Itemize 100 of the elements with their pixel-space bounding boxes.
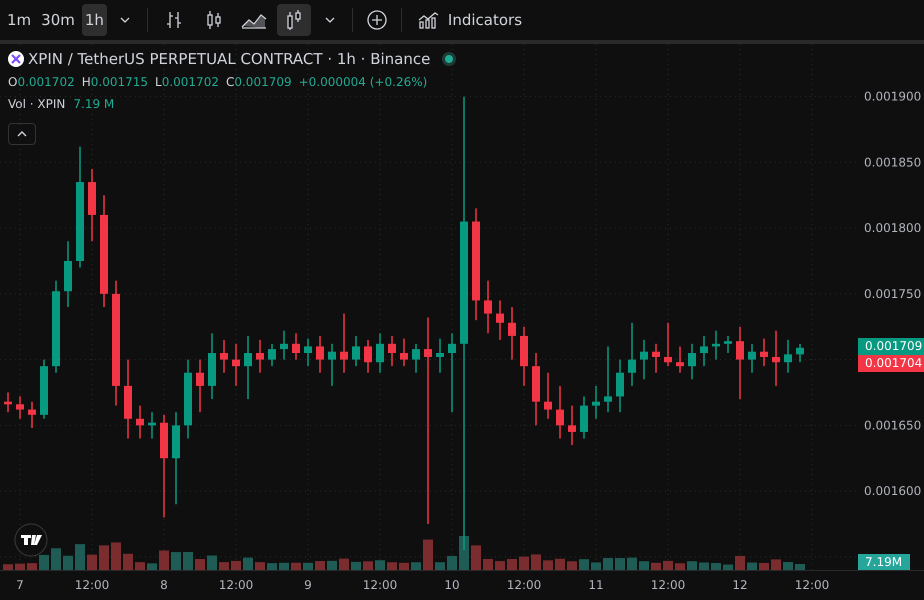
volume-bar [579,559,589,570]
candle [268,344,276,366]
symbol-title: XPIN / TetherUS PERPETUAL CONTRACT · 1h · Binance [28,49,430,70]
candle [796,344,804,362]
volume-bar [423,540,433,570]
candle [760,338,768,366]
volume-bar [291,562,301,570]
time-label: 8 [160,578,168,592]
volume-bar [531,554,541,570]
volume-bar [675,563,685,570]
candle [280,330,288,360]
volume-bar [111,542,121,570]
volume-bar [567,561,577,570]
collapse-button[interactable] [8,122,36,144]
volume-bar [555,558,565,570]
volume-bar [87,554,97,570]
volume-bar [543,560,553,570]
volume-bar [507,559,517,570]
volume-bar [615,558,625,570]
candle [304,338,312,366]
indicators-button[interactable]: Indicators [410,4,530,36]
candle [436,338,444,373]
candle [220,340,228,373]
bar-chart-icon [418,11,440,29]
volume-bar [231,560,241,570]
hollow-candles-icon [286,9,302,31]
price-label: 0.001750 [864,286,922,301]
volume-bar [135,562,145,570]
interval-button[interactable]: 30m [38,4,78,36]
price-label: 0.001800 [864,221,922,236]
volume-bar [471,545,481,570]
candle [208,333,216,400]
volume-bar [303,562,313,570]
volume-bar [207,556,217,570]
status-dot-icon [442,52,456,66]
coin-icon [8,51,24,68]
candle [712,330,720,360]
volume-bar [315,561,325,570]
price-label: 0.001600 [864,484,922,498]
volume-bar [195,559,205,570]
price-change: +0.000004 (+0.26%) [298,74,428,90]
time-label: 9 [304,578,312,592]
time-label: 11 [588,578,604,592]
volume-bar [603,558,613,570]
candle [232,344,240,386]
ohlc-value: O0.001702 [8,74,75,90]
candle [340,314,348,373]
candles-icon [204,10,223,30]
volume-bar [651,562,661,570]
candle [196,360,204,412]
ohlc-value: H0.001715 [82,74,148,90]
price-tag: 0.001709 [858,338,924,355]
volume-bar [771,559,781,570]
candle [688,344,696,380]
time-label: 12:00 [506,578,542,592]
chart-type-button[interactable] [276,4,311,36]
candle [508,307,516,360]
volume-bar [27,563,37,570]
volume-bar [399,562,409,570]
volume-bar [123,554,133,570]
candle [592,386,600,419]
volume-bar [435,562,445,570]
candle [16,396,24,419]
candle [364,340,372,373]
chevron-down-icon [120,17,130,23]
candle [64,241,72,307]
candle [328,344,336,386]
volume-bar [279,562,289,570]
volume-bar [183,552,193,570]
volume-bar [411,562,421,570]
time-label: 12:00 [218,578,254,592]
volume-bar [147,563,157,570]
candle [748,344,756,373]
candle [148,412,156,438]
candle [376,333,384,373]
volume-bar [267,563,277,570]
candle [616,360,624,412]
candle [568,406,576,446]
candle [316,336,324,373]
volume-bar [3,564,13,570]
logo-icon [14,524,48,556]
volume-bar [375,560,385,570]
price-label: 0.001900 [864,90,922,104]
candle [556,386,564,438]
volume-bar [39,554,49,570]
volume-bar [723,564,733,570]
interval-button[interactable]: 1m [4,4,34,36]
candle [28,402,36,428]
volume-bar [99,545,109,570]
candle [136,406,144,438]
candle [388,336,396,366]
price-label: 0.001650 [864,418,922,432]
volume-legend: Vol · XPIN [8,94,66,112]
volume-bar [519,556,529,570]
interval-button[interactable]: 1h [82,4,107,36]
candle [544,372,552,419]
candle [244,336,252,400]
candle [772,330,780,386]
candle [700,336,708,366]
volume-bar [783,562,793,570]
